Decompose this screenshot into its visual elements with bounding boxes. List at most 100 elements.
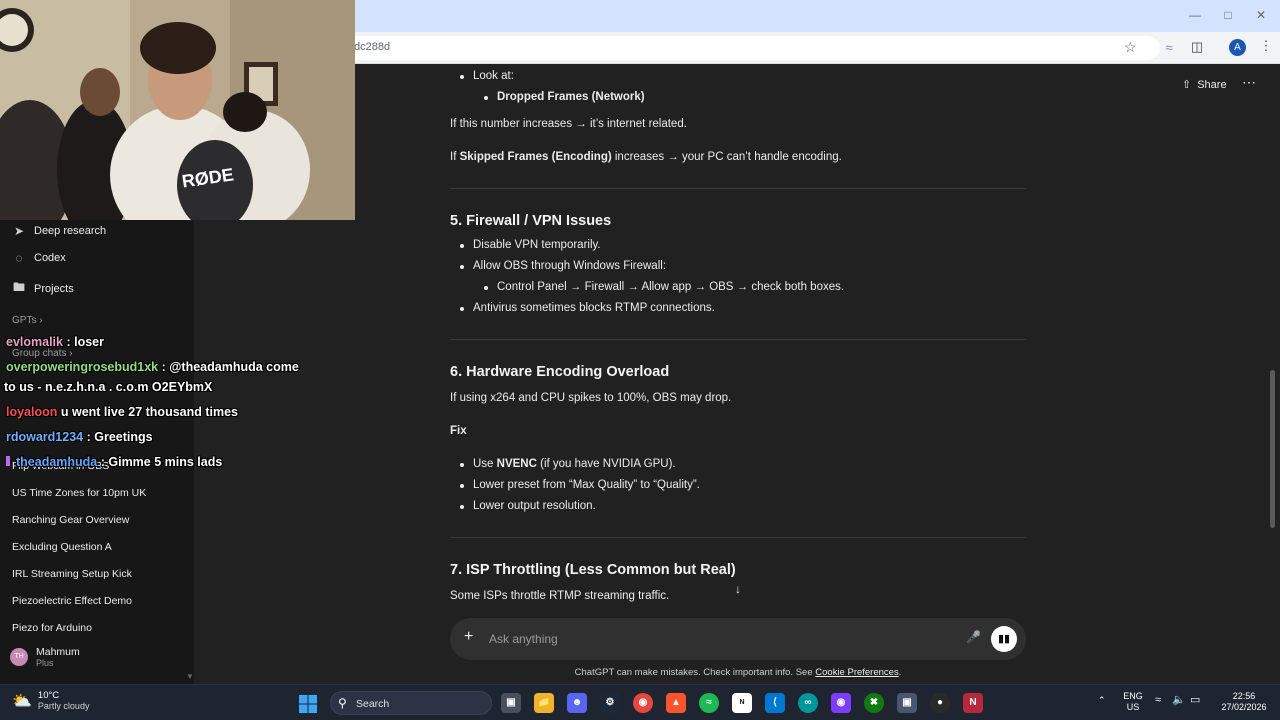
sidebar-item-projects[interactable]: 🖿 Projects <box>12 278 74 299</box>
chat-username: rdoward1234 <box>6 430 84 444</box>
bullet <box>460 463 464 467</box>
sidebar-item-label: Codex <box>34 252 66 264</box>
user-account[interactable]: TH Mahmum Plus <box>10 646 80 668</box>
browser-menu-icon[interactable]: ⋮ <box>1257 38 1275 54</box>
app-icon[interactable]: ◉ <box>831 693 851 713</box>
chat-item[interactable]: Ranching Gear Overview <box>12 514 129 526</box>
clock[interactable]: 22:56 27/02/2026 <box>1216 691 1272 713</box>
gpts-label: GPTs <box>12 315 37 326</box>
chat-item[interactable]: Piezo for Arduino <box>12 622 92 634</box>
more-options-icon[interactable]: ⋯ <box>1242 74 1256 91</box>
bullet <box>460 244 464 248</box>
chat-item[interactable]: Excluding Question A <box>12 541 112 553</box>
search-label: Search <box>356 698 390 710</box>
text-span: (if you have NVIDIA GPU). <box>536 458 676 470</box>
sidebar-item-codex[interactable]: ◌ Codex <box>12 251 66 265</box>
omnibox[interactable]: dc288d <box>340 36 1160 60</box>
list-item: Dropped Frames (Network) <box>497 91 645 103</box>
chevron-right-icon: › <box>39 315 43 326</box>
language-indicator[interactable]: ENG US <box>1120 691 1146 713</box>
disclaimer: ChatGPT can make mistakes. Check importa… <box>450 667 1026 678</box>
profile-avatar[interactable]: A <box>1229 39 1246 56</box>
chat-text: : Gimme 5 mins lads <box>97 455 223 469</box>
obs-studio-icon[interactable]: ● <box>930 693 950 713</box>
taskbar-search[interactable]: ⚲ Search <box>330 691 492 715</box>
wifi-icon[interactable]: ≈ <box>1155 695 1161 706</box>
windows-start-icon[interactable] <box>298 694 318 714</box>
chat-item[interactable]: IRL Streaming Setup Kick <box>12 568 132 580</box>
chat-text: : @theadamhuda come <box>158 360 299 374</box>
screen: — □ ✕ dc288d ☆ ≈ ◫ A ⋮ ➤ Deep research ◌… <box>0 0 1280 720</box>
search-icon: ⚲ <box>338 696 347 710</box>
chevron-up-icon[interactable]: ⌃ <box>1098 695 1106 706</box>
chat-text: to us - n.e.z.h.n.a . c.o.m O2EYbmX <box>4 380 213 394</box>
close-icon[interactable]: ✕ <box>1246 8 1276 22</box>
list-item: Disable VPN temporarily. <box>473 239 601 251</box>
broadcaster-badge-icon <box>6 456 10 466</box>
list-item: Look at: <box>473 70 514 82</box>
voice-mode-button[interactable]: ▮▮ <box>991 626 1017 652</box>
chat-item[interactable]: US Time Zones for 10pm UK <box>12 487 146 499</box>
text-span: increases → your PC can’t handle encodin… <box>611 151 842 163</box>
minimize-icon[interactable]: — <box>1180 8 1210 22</box>
spotify-icon[interactable]: ≈ <box>699 693 719 713</box>
streaming-app-icon[interactable]: N <box>963 693 983 713</box>
chat-username: overpoweringrosebud1xk <box>6 360 159 374</box>
sidebar-item-deep-research[interactable]: ➤ Deep research <box>12 224 106 238</box>
chrome-icon[interactable]: ◉ <box>633 693 653 713</box>
bold-text: NVENC <box>496 458 537 470</box>
list-item: Use NVENC (if you have NVIDIA GPU). <box>473 458 676 470</box>
bookmark-star-icon[interactable]: ☆ <box>1124 39 1137 56</box>
maximize-icon[interactable]: □ <box>1213 8 1243 22</box>
scroll-down-button[interactable]: ↓ <box>728 579 748 599</box>
group-chats-section[interactable]: Group chats › <box>12 348 73 359</box>
gpts-section[interactable]: GPTs › <box>12 315 43 326</box>
disclaimer-text: ChatGPT can make mistakes. Check importa… <box>574 667 816 678</box>
section-heading: 5. Firewall / VPN Issues <box>450 213 612 229</box>
battery-icon[interactable]: ▭ <box>1190 695 1200 706</box>
vscode-icon[interactable]: ⟨ <box>765 693 785 713</box>
volume-icon[interactable]: 🔈 <box>1172 695 1186 706</box>
steam-icon[interactable]: ⚙ <box>600 693 620 713</box>
cookie-preferences-link[interactable]: Cookie Preferences <box>815 667 898 678</box>
chat-text: u went live 27 thousand times <box>57 405 239 419</box>
brave-icon[interactable]: ▲ <box>666 693 686 713</box>
microphone-icon[interactable]: 🎤 <box>966 630 981 644</box>
folder-icon: 🖿 <box>12 280 25 294</box>
weather-widget[interactable]: ⛅ 10°C Partly cloudy <box>12 690 89 711</box>
scrollbar[interactable] <box>1270 370 1275 528</box>
paragraph: If this number increases → it’s internet… <box>450 118 687 130</box>
partly-cloudy-icon: ⛅ <box>12 692 32 710</box>
composer-input[interactable]: Ask anything <box>489 632 558 646</box>
obs-window-icon[interactable]: ▣ <box>897 693 917 713</box>
task-view-icon[interactable]: ▣ <box>501 693 521 713</box>
paragraph: If using x264 and CPU spikes to 100%, OB… <box>450 392 732 404</box>
chat-item[interactable]: Piezoelectric Effect Demo <box>12 595 132 607</box>
xbox-icon[interactable]: ✖ <box>864 693 884 713</box>
bullet <box>460 307 464 311</box>
list-item: Control Panel → Firewall → Allow app → O… <box>497 281 845 293</box>
notion-icon[interactable]: N <box>732 693 752 713</box>
paragraph: Some ISPs throttle RTMP streaming traffi… <box>450 590 670 602</box>
weather-desc: Partly cloudy <box>37 701 90 711</box>
sidebar-scroll-arrow-icon[interactable]: ▼ <box>186 672 194 681</box>
clock-time: 22:56 <box>1232 691 1256 701</box>
list-item: Allow OBS through Windows Firewall: <box>473 260 667 272</box>
bullet <box>460 75 464 79</box>
user-plan: Plus <box>36 658 54 668</box>
discord-icon[interactable]: ☻ <box>567 693 587 713</box>
paragraph: If Skipped Frames (Encoding) increases →… <box>450 151 842 163</box>
translate-icon[interactable]: ≈ <box>1160 40 1178 55</box>
stream-chat-message: theadamhuda : Gimme 5 mins lads <box>6 455 222 469</box>
file-explorer-icon[interactable]: 📁 <box>534 693 554 713</box>
bullet <box>484 286 488 290</box>
arduino-icon[interactable]: ∞ <box>798 693 818 713</box>
stream-chat-message: evlomalik : loser <box>6 335 104 349</box>
chat-text: : Greetings <box>83 430 153 444</box>
plus-icon[interactable]: + <box>464 628 473 646</box>
extensions-icon[interactable]: ◫ <box>1188 39 1206 55</box>
text-span: Use <box>473 458 497 470</box>
share-button[interactable]: ⇧ Share <box>1182 78 1227 92</box>
message-composer[interactable]: + Ask anything 🎤 ▮▮ <box>450 618 1026 660</box>
stream-chat-message: rdoward1234 : Greetings <box>6 430 153 444</box>
